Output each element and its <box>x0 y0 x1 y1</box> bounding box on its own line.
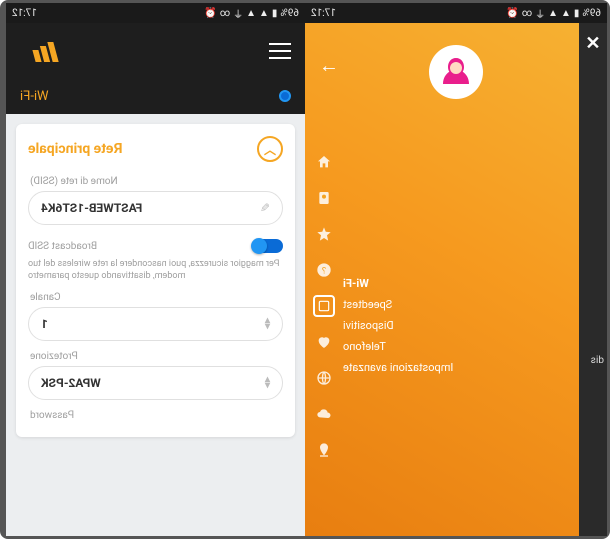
status-bar: 69% ▮ ▲ ▲ ⏚ ∞ ⏰ 17:12 <box>305 3 607 23</box>
drawer-submenu: Wi-Fi Speedtest Dispositivi Telefono Imp… <box>343 277 453 374</box>
status-dot-icon <box>279 90 291 102</box>
channel-select[interactable]: ▴▾ 1 <box>28 307 283 341</box>
drawer-background: ✕ dis → ? <box>305 23 607 536</box>
forward-arrow-icon[interactable]: → <box>319 53 339 78</box>
main-network-card: ︿ Rete principale Nome di rete (SSID) ✎ … <box>16 124 295 437</box>
select-chevrons-icon: ▴▾ <box>265 318 270 330</box>
status-bar: 69% ▮ ▲ ▲ ⏚ ∞ ⏰ 17:12 <box>6 3 305 23</box>
protection-select[interactable]: ▴▾ WPA2-PSK <box>28 366 283 400</box>
settings-content: ︿ Rete principale Nome di rete (SSID) ✎ … <box>6 114 305 536</box>
home-icon[interactable] <box>313 151 335 173</box>
menu-item-speedtest[interactable]: Speedtest <box>343 298 453 311</box>
channel-value: 1 <box>41 317 48 331</box>
screen-drawer-menu: 69% ▮ ▲ ▲ ⏚ ∞ ⏰ 17:12 ✕ dis → <box>305 3 607 536</box>
ssid-input[interactable]: ✎ FASTWEB-1ST6K4 <box>28 191 283 225</box>
tab-wifi[interactable]: Wi-Fi <box>20 89 49 104</box>
chevron-up-icon[interactable]: ︿ <box>257 136 283 162</box>
svg-text:?: ? <box>321 265 326 276</box>
ssid-label: Nome di rete (SSID) <box>30 176 281 187</box>
app-header <box>6 23 305 78</box>
battery-text: 69% <box>280 8 299 19</box>
menu-item-phone[interactable]: Telefono <box>343 340 453 353</box>
battery-text: 69% <box>582 8 601 19</box>
close-icon[interactable]: ✕ <box>585 33 600 54</box>
signal-icon: ▲ <box>561 8 571 19</box>
ssid-value: FASTWEB-1ST6K4 <box>41 201 142 215</box>
battery-icon: ▮ <box>272 8 278 19</box>
hamburger-menu-icon[interactable] <box>269 43 291 59</box>
side-icon-rail: ? <box>313 151 335 461</box>
heart-icon[interactable] <box>313 331 335 353</box>
clock-text: 17:12 <box>311 8 336 19</box>
underlay-sliver: ✕ dis <box>579 23 607 536</box>
help-icon[interactable]: ? <box>313 259 335 281</box>
select-chevrons-icon: ▴▾ <box>265 377 270 389</box>
alarm-icon: ⏰ <box>204 8 216 19</box>
signal-icon: ▲ <box>259 8 269 19</box>
user-icon[interactable] <box>313 187 335 209</box>
avatar[interactable] <box>429 45 483 99</box>
link-icon: ∞ <box>522 8 532 19</box>
clock-text: 17:12 <box>12 8 37 19</box>
wifi-icon: ⏚ <box>233 6 243 21</box>
underlay-text: dis <box>591 355 604 366</box>
card-header: ︿ Rete principale <box>28 136 283 162</box>
link-icon: ∞ <box>220 8 230 19</box>
cloud-icon[interactable] <box>313 403 335 425</box>
alarm-icon: ⏰ <box>506 8 518 19</box>
star-icon[interactable] <box>313 223 335 245</box>
protection-value: WPA2-PSK <box>41 376 101 390</box>
protection-label: Protezione <box>30 351 281 362</box>
location-icon[interactable] <box>313 439 335 461</box>
password-label: Password <box>30 410 281 421</box>
wifi-settings-icon[interactable] <box>313 295 335 317</box>
tab-bar: Wi-Fi <box>6 78 305 114</box>
signal-icon: ▲ <box>548 8 558 19</box>
channel-label: Canale <box>30 292 281 303</box>
wifi-icon: ⏚ <box>535 6 545 21</box>
broadcast-label: Broadcast SSID <box>28 241 97 252</box>
avatar-person-icon <box>436 52 476 92</box>
menu-item-advanced[interactable]: Impostazioni avanzate <box>343 361 453 374</box>
broadcast-hint: Per maggior sicurezza, puoi nascondere l… <box>28 259 283 282</box>
menu-item-wifi[interactable]: Wi-Fi <box>343 277 453 290</box>
battery-icon: ▮ <box>574 8 580 19</box>
signal-icon: ▲ <box>246 8 256 19</box>
menu-item-devices[interactable]: Dispositivi <box>343 319 453 332</box>
screen-wifi-settings: 69% ▮ ▲ ▲ ⏚ ∞ ⏰ 17:12 Wi-Fi ︿ Rete princ… <box>3 3 305 536</box>
fastweb-logo-icon <box>20 40 70 62</box>
globe-icon[interactable] <box>313 367 335 389</box>
card-title: Rete principale <box>28 141 123 157</box>
broadcast-toggle[interactable] <box>253 239 283 253</box>
edit-icon: ✎ <box>260 201 270 215</box>
